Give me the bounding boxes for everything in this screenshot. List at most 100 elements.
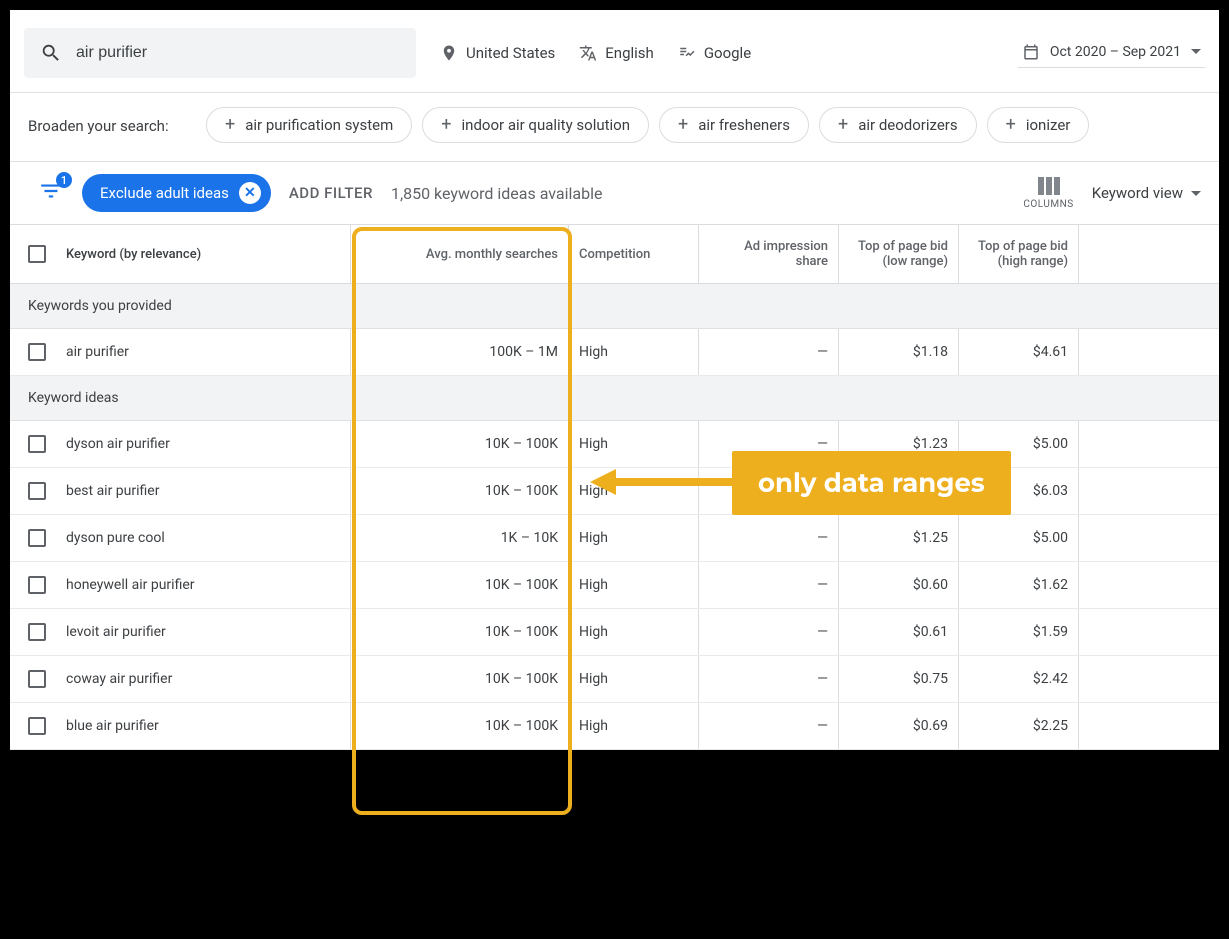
- comp-cell: High: [568, 703, 698, 749]
- broaden-chip[interactable]: +air fresheners: [659, 107, 809, 143]
- exclude-label: Exclude adult ideas: [100, 184, 229, 202]
- exclude-adult-chip[interactable]: Exclude adult ideas ✕: [82, 174, 271, 212]
- avg-cell: 10K – 100K: [350, 703, 568, 749]
- table-header: Keyword (by relevance) Avg. monthly sear…: [10, 224, 1219, 284]
- search-input[interactable]: [76, 44, 400, 62]
- row-checkbox[interactable]: [28, 670, 46, 688]
- search-icon: [40, 42, 62, 64]
- plus-icon: +: [838, 116, 848, 134]
- date-range-selector[interactable]: Oct 2020 – Sep 2021: [1018, 39, 1205, 68]
- avg-cell: 10K – 100K: [350, 421, 568, 467]
- table-row[interactable]: air purifier100K – 1MHigh—$1.18$4.61: [10, 329, 1219, 376]
- network-icon: [678, 44, 696, 62]
- table-row[interactable]: dyson pure cool1K – 10KHigh—$1.25$5.00: [10, 515, 1219, 562]
- filter-badge: 1: [56, 172, 72, 188]
- header-bid-low[interactable]: Top of page bid (low range): [838, 225, 958, 283]
- header-impression[interactable]: Ad impression share: [698, 225, 838, 283]
- row-checkbox[interactable]: [28, 529, 46, 547]
- table-row[interactable]: levoit air purifier10K – 100KHigh—$0.61$…: [10, 609, 1219, 656]
- row-checkbox[interactable]: [28, 576, 46, 594]
- comp-cell: High: [568, 609, 698, 655]
- select-all-checkbox[interactable]: [28, 245, 46, 263]
- keyword-cell: air purifier: [66, 344, 129, 360]
- broaden-label: Broaden your search:: [28, 107, 188, 143]
- bid-high-cell: $1.59: [958, 609, 1078, 655]
- broaden-chip[interactable]: + indoor air quality solution: [422, 107, 649, 143]
- comp-cell: High: [568, 515, 698, 561]
- add-filter-button[interactable]: ADD FILTER: [289, 184, 373, 202]
- view-label: Keyword view: [1092, 184, 1183, 202]
- arrow-icon: [582, 457, 742, 507]
- filter-funnel[interactable]: 1: [38, 178, 64, 208]
- keyword-cell: coway air purifier: [66, 671, 172, 687]
- table-row[interactable]: honeywell air purifier10K – 100KHigh—$0.…: [10, 562, 1219, 609]
- chevron-down-icon: [1191, 191, 1201, 196]
- bid-high-cell: $1.62: [958, 562, 1078, 608]
- avg-cell: 10K – 100K: [350, 468, 568, 514]
- chip-label: air purification system: [245, 116, 393, 134]
- network-selector[interactable]: Google: [678, 44, 751, 62]
- imp-cell: —: [698, 329, 838, 375]
- bid-low-cell: $0.61: [838, 609, 958, 655]
- location-value: United States: [466, 44, 555, 62]
- row-checkbox[interactable]: [28, 623, 46, 641]
- bid-high-cell: $2.25: [958, 703, 1078, 749]
- bid-high-cell: $2.42: [958, 656, 1078, 702]
- chevron-down-icon: [1191, 49, 1201, 54]
- columns-button[interactable]: COLUMNS: [1023, 177, 1073, 210]
- search-box[interactable]: [24, 28, 416, 78]
- comp-cell: High: [568, 329, 698, 375]
- header-avg[interactable]: Avg. monthly searches: [350, 225, 568, 283]
- imp-cell: —: [698, 562, 838, 608]
- broaden-chip[interactable]: +air purification system: [206, 107, 412, 143]
- keyword-cell: best air purifier: [66, 483, 159, 499]
- plus-icon: +: [678, 116, 688, 134]
- row-checkbox[interactable]: [28, 343, 46, 361]
- close-icon[interactable]: ✕: [239, 182, 261, 204]
- header-keyword[interactable]: Keyword (by relevance): [66, 247, 201, 262]
- avg-cell: 100K – 1M: [350, 329, 568, 375]
- ideas-available: 1,850 keyword ideas available: [391, 184, 603, 203]
- plus-icon: +: [441, 116, 451, 134]
- broaden-chip[interactable]: +ionizer: [987, 107, 1090, 143]
- bid-high-cell: $5.00: [958, 515, 1078, 561]
- chip-label: indoor air quality solution: [462, 116, 631, 134]
- bid-high-cell: $4.61: [958, 329, 1078, 375]
- view-selector[interactable]: Keyword view: [1092, 184, 1201, 202]
- section-ideas: Keyword ideas: [10, 376, 1219, 421]
- bid-low-cell: $0.75: [838, 656, 958, 702]
- row-checkbox[interactable]: [28, 482, 46, 500]
- keyword-cell: dyson pure cool: [66, 530, 165, 546]
- bid-low-cell: $0.69: [838, 703, 958, 749]
- row-checkbox[interactable]: [28, 435, 46, 453]
- language-value: English: [605, 44, 654, 62]
- table-row[interactable]: coway air purifier 10K – 100KHigh—$0.75$2…: [10, 656, 1219, 703]
- imp-cell: —: [698, 515, 838, 561]
- table-row[interactable]: blue air purifier 10K – 100KHigh—$0.69$2.…: [10, 703, 1219, 750]
- language-selector[interactable]: English: [579, 44, 654, 62]
- avg-cell: 10K – 100K: [350, 562, 568, 608]
- chip-label: air deodorizers: [858, 116, 957, 134]
- keyword-cell: dyson air purifier: [66, 436, 170, 452]
- bid-low-cell: $0.60: [838, 562, 958, 608]
- section-provided: Keywords you provided: [10, 284, 1219, 329]
- columns-label: COLUMNS: [1023, 199, 1073, 210]
- date-range-value: Oct 2020 – Sep 2021: [1050, 44, 1181, 60]
- broaden-chip[interactable]: + air deodorizers: [819, 107, 977, 143]
- header-competition[interactable]: Competition: [568, 225, 698, 283]
- row-checkbox[interactable]: [28, 717, 46, 735]
- chip-label: ionizer: [1026, 116, 1071, 134]
- annotation-callout: only data ranges: [732, 451, 1011, 515]
- keyword-cell: blue air purifier: [66, 718, 159, 734]
- location-selector[interactable]: United States: [440, 44, 555, 62]
- columns-icon: [1038, 177, 1060, 195]
- network-value: Google: [704, 44, 751, 62]
- header-bid-high[interactable]: Top of page bid (high range): [958, 225, 1078, 283]
- imp-cell: —: [698, 703, 838, 749]
- comp-cell: High: [568, 562, 698, 608]
- calendar-icon: [1022, 43, 1040, 61]
- imp-cell: —: [698, 656, 838, 702]
- imp-cell: —: [698, 609, 838, 655]
- avg-cell: 10K – 100K: [350, 656, 568, 702]
- comp-cell: High: [568, 656, 698, 702]
